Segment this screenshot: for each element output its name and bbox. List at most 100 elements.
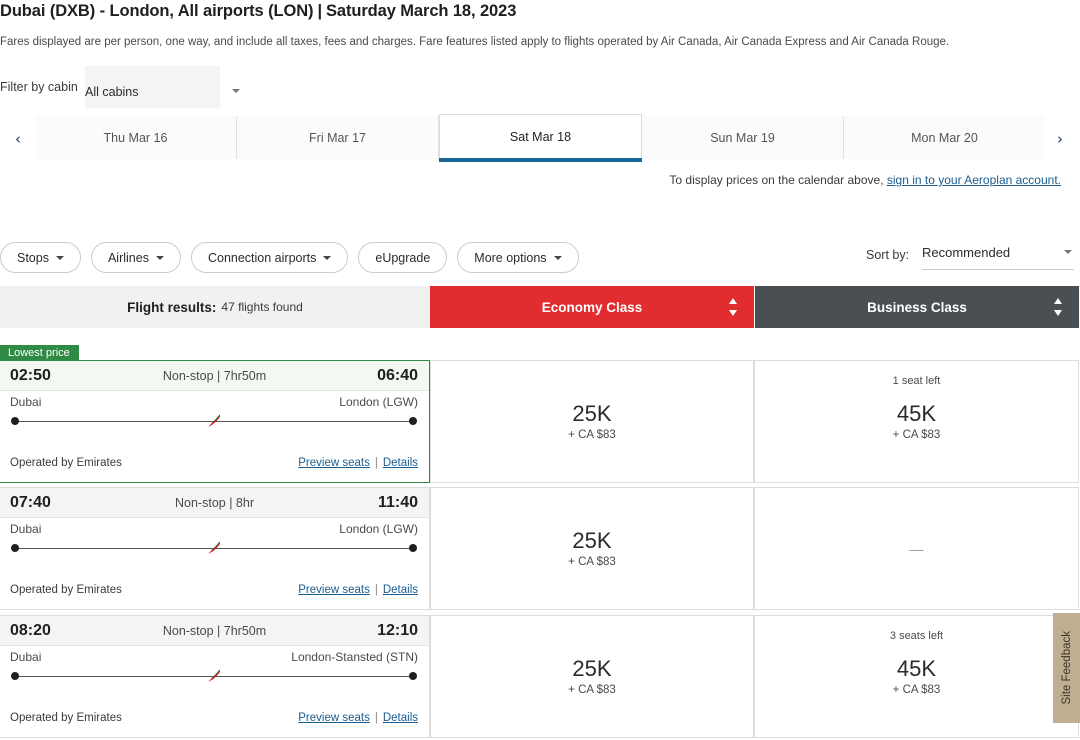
economy-fare-cell[interactable]: 25K + CA $83: [430, 615, 754, 738]
flight-times: 08:20 Non-stop | 7hr50m 12:10: [0, 616, 429, 646]
economy-points: 25K: [572, 527, 612, 553]
date-tab-sun-mar-19[interactable]: Sun Mar 19: [642, 116, 844, 159]
link-divider: |: [374, 457, 378, 469]
filter-pill-airlines[interactable]: Airlines: [90, 242, 181, 273]
cabin-filter-select[interactable]: All cabins: [85, 66, 240, 108]
economy-tax: + CA $83: [568, 684, 616, 697]
flight-card-links: Preview seats | Details: [298, 712, 418, 724]
business-fare-cell[interactable]: 1 seat left 45K + CA $83: [754, 360, 1079, 483]
chevron-down-icon: [553, 255, 562, 260]
economy-class-label: Economy Class: [541, 299, 643, 315]
filter-pill-connection-airports[interactable]: Connection airports: [190, 242, 349, 273]
results-label: Flight results:: [127, 299, 217, 315]
destination-city: London (LGW): [339, 395, 418, 409]
flight-times: 07:40 Non-stop | 8hr 11:40: [0, 488, 429, 518]
details-link[interactable]: Details: [383, 712, 418, 724]
arrival-time: 12:10: [377, 621, 418, 639]
flight-duration: Non-stop | 8hr: [175, 495, 254, 510]
destination-dot-icon: [409, 544, 417, 552]
link-divider: |: [374, 584, 378, 596]
arrival-time: 11:40: [377, 493, 418, 511]
date-tab-label: Thu Mar 16: [103, 130, 168, 145]
aeroplan-signin-link[interactable]: sign in to your Aeroplan account.: [887, 173, 1061, 187]
flight-duration: Non-stop | 7hr50m: [162, 368, 267, 383]
flight-card-footer: Operated by Emirates Preview seats | Detail…: [10, 712, 418, 728]
chevron-down-icon: [323, 255, 332, 260]
chevron-down-icon: [232, 89, 240, 93]
title-separator: |: [317, 2, 322, 20]
next-dates-button[interactable]: ›: [1050, 129, 1070, 149]
site-feedback-label: Site Feedback: [1060, 631, 1073, 705]
results-header-bar: Flight results: 47 flights found Economy…: [0, 286, 1080, 328]
flight-card-footer: Operated by Emirates Preview seats | Detail…: [10, 584, 418, 600]
flight-row: 08:20 Non-stop | 7hr50m 12:10 Dubai London-S…: [0, 615, 1080, 738]
flight-summary-card[interactable]: Lowest price 02:50 Non-stop | 7hr50m 06:40 D…: [0, 345, 430, 483]
preview-seats-link[interactable]: Preview seats: [298, 584, 370, 596]
date-tab-label: Sun Mar 19: [710, 130, 775, 145]
airline-logo-icon: [206, 541, 222, 555]
preview-seats-link[interactable]: Preview seats: [298, 712, 370, 724]
destination-dot-icon: [409, 417, 417, 425]
business-class-column-header[interactable]: Business Class: [755, 286, 1079, 328]
caret-down-icon: [729, 310, 737, 316]
flight-search-results-page: Dubai (DXB) - London, All airports (LON)…: [0, 0, 1080, 740]
airline-logo-icon: [206, 669, 222, 683]
economy-fare-cell[interactable]: 25K + CA $83: [430, 360, 754, 483]
flight-cities: Dubai London (LGW): [10, 395, 418, 411]
filter-pill-stops[interactable]: Stops: [0, 242, 81, 273]
sort-by-label: Sort by:: [866, 248, 910, 262]
seats-left-text: 3 seats left: [889, 630, 944, 642]
economy-class-column-header[interactable]: Economy Class: [430, 286, 754, 328]
flight-card-footer: Operated by Emirates Preview seats | Detail…: [10, 457, 418, 473]
sort-by-value: Recommended: [922, 245, 1011, 260]
economy-points: 25K: [572, 655, 612, 681]
date-tab-sat-mar-18[interactable]: Sat Mar 18: [439, 114, 642, 162]
search-date: Saturday March 18, 2023: [325, 2, 517, 20]
caret-up-icon: [729, 298, 737, 304]
sort-toggle-icon[interactable]: [1054, 298, 1063, 316]
date-tab-mon-mar-20[interactable]: Mon Mar 20: [844, 116, 1045, 159]
destination-city: London-Stansted (STN): [291, 650, 418, 664]
origin-dot-icon: [11, 672, 19, 680]
flight-summary-card[interactable]: 07:40 Non-stop | 8hr 11:40 Dubai London (LGW…: [0, 487, 430, 610]
origin-city: Dubai: [10, 650, 42, 664]
sort-by-select[interactable]: Recommended: [922, 240, 1074, 270]
seats-left-text: 1 seat left: [892, 375, 941, 387]
sort-toggle-icon[interactable]: [729, 298, 738, 316]
filter-pill-eupgrade[interactable]: eUpgrade: [358, 242, 448, 273]
filter-pill-label: Connection airports: [207, 250, 317, 265]
business-points: 45K: [896, 655, 937, 681]
origin-city: Dubai: [10, 522, 42, 536]
filter-pill-label: Airlines: [107, 250, 149, 265]
flight-path-graphic: [11, 414, 417, 427]
flight-cities: Dubai London (LGW): [10, 522, 418, 538]
flight-results-count: Flight results: 47 flights found: [0, 286, 430, 328]
prev-dates-button[interactable]: ‹: [8, 129, 28, 149]
date-tab-thu-mar-16[interactable]: Thu Mar 16: [35, 116, 237, 159]
destination-dot-icon: [409, 672, 417, 680]
business-tax: + CA $83: [892, 684, 941, 697]
economy-tax: + CA $83: [568, 429, 616, 442]
business-fare-cell[interactable]: 3 seats left 45K + CA $83: [754, 615, 1079, 738]
caret-down-icon: [1054, 310, 1062, 316]
filter-pill-label: Stops: [17, 250, 49, 265]
operated-by-text: Operated by Emirates: [10, 457, 122, 469]
origin-city: Dubai: [10, 395, 42, 409]
filter-pill-more-options[interactable]: More options: [457, 242, 579, 273]
economy-fare-cell[interactable]: 25K + CA $83: [430, 487, 754, 610]
lowest-price-badge-label: Lowest price: [8, 347, 70, 359]
business-unavailable: —: [909, 540, 924, 557]
site-feedback-tab[interactable]: Site Feedback: [1053, 613, 1080, 723]
details-link[interactable]: Details: [383, 584, 418, 596]
destination-city: London (LGW): [339, 522, 418, 536]
date-tab-fri-mar-17[interactable]: Fri Mar 17: [237, 116, 439, 159]
chevron-down-icon: [55, 255, 64, 260]
date-tabs: Thu Mar 16 Fri Mar 17 Sat Mar 18 Sun Mar 19…: [35, 114, 1045, 162]
flight-summary-card[interactable]: 08:20 Non-stop | 7hr50m 12:10 Dubai London-S…: [0, 615, 430, 738]
page-title: Dubai (DXB) - London, All airports (LON)…: [0, 2, 516, 21]
details-link[interactable]: Details: [383, 457, 418, 469]
economy-points: 25K: [572, 400, 612, 426]
flight-path-graphic: [11, 541, 417, 555]
lowest-price-badge: Lowest price: [0, 345, 79, 361]
preview-seats-link[interactable]: Preview seats: [298, 457, 370, 469]
